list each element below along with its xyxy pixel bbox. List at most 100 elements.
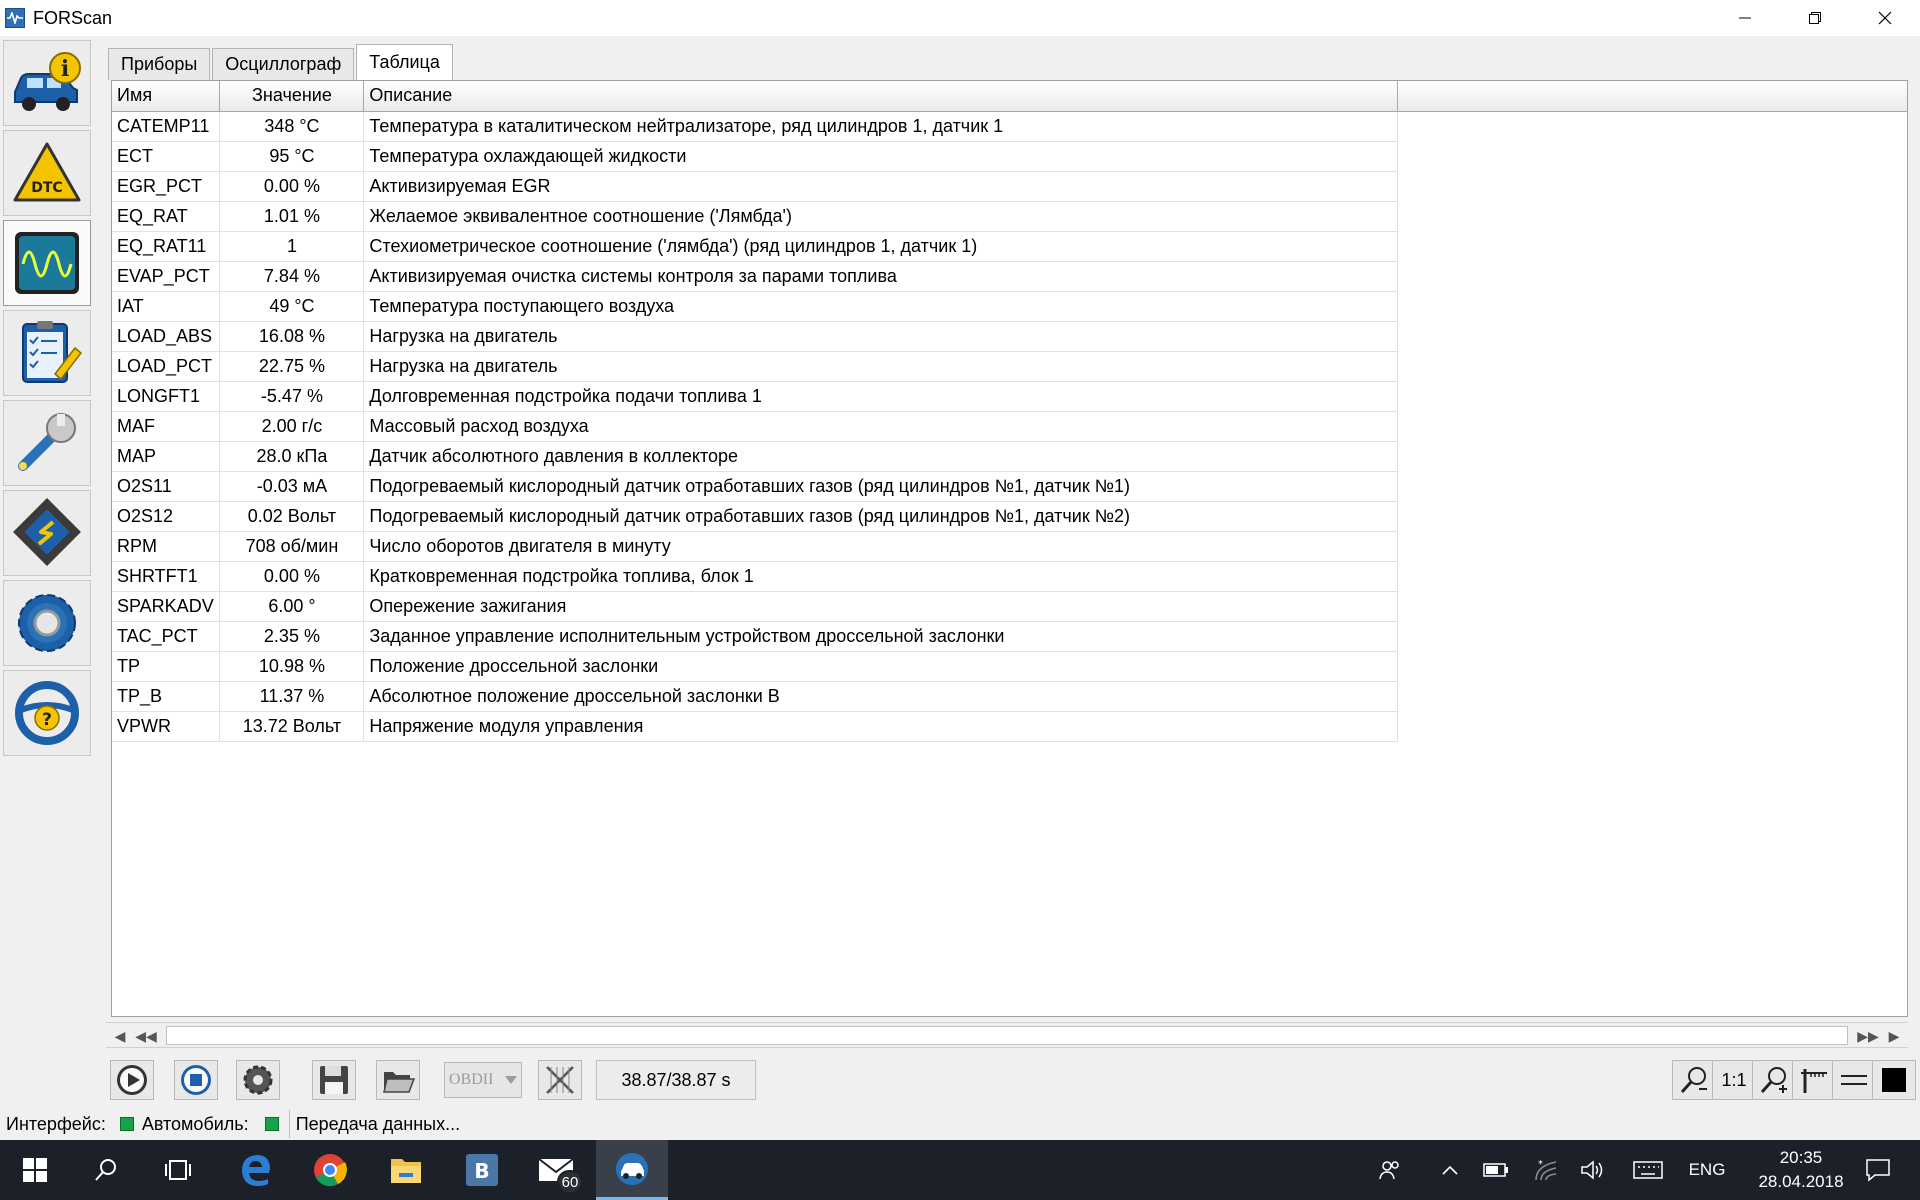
scroll-end-button[interactable]: ▶▶ xyxy=(1856,1025,1880,1047)
scroll-left-button[interactable]: ◀ xyxy=(108,1025,132,1047)
cell-pid-description: Положение дроссельной заслонки xyxy=(363,651,1399,682)
column-header-value[interactable]: Значение xyxy=(219,81,365,112)
svg-text:*: * xyxy=(1538,1159,1543,1170)
protocol-select[interactable]: OBDII xyxy=(444,1062,522,1098)
cell-pid-value: 13.72 Вольт xyxy=(219,711,365,742)
vehicle-info-button[interactable]: i xyxy=(3,40,91,126)
scroll-right-button[interactable]: ▶ xyxy=(1882,1025,1906,1047)
touch-keyboard-button[interactable] xyxy=(1626,1140,1670,1200)
table-row[interactable]: SPARKADV 6.00 ° Опережение зажигания xyxy=(112,591,1907,622)
table-row[interactable]: MAF 2.00 г/с Массовый расход воздуха xyxy=(112,411,1907,442)
cell-pid-value: 10.98 % xyxy=(219,651,365,682)
table-row[interactable]: ECT 95 °C Температура охлаждающей жидкости xyxy=(112,141,1907,172)
table-row[interactable]: CATEMP11 348 °C Температура в каталитическ… xyxy=(112,111,1907,142)
clear-filter-button[interactable] xyxy=(538,1060,582,1100)
view-tabs: Приборы Осциллограф Таблица xyxy=(108,44,455,80)
cell-empty xyxy=(1397,561,1907,591)
table-row[interactable]: IAT 49 °C Температура поступающего воздуха xyxy=(112,291,1907,322)
tab-gauges[interactable]: Приборы xyxy=(108,48,211,80)
cell-pid-description: Температура в каталитическом нейтрализат… xyxy=(363,111,1399,142)
cell-pid-description: Активизируемая EGR xyxy=(363,171,1399,202)
zoom-in-icon xyxy=(1760,1067,1787,1094)
help-steering-wheel-icon: ? xyxy=(15,681,79,745)
stop-button[interactable] xyxy=(174,1060,218,1100)
input-language-indicator[interactable]: ENG xyxy=(1682,1140,1732,1200)
close-button[interactable] xyxy=(1850,0,1920,36)
tab-oscilloscope[interactable]: Осциллограф xyxy=(212,48,355,80)
network-button[interactable]: * xyxy=(1526,1140,1566,1200)
cell-pid-name: TP_B xyxy=(112,681,221,712)
zoom-in-button[interactable] xyxy=(1752,1060,1796,1100)
taskbar-clock[interactable]: 20:35 28.04.2018 xyxy=(1746,1146,1856,1194)
clock-time: 20:35 xyxy=(1779,1148,1823,1167)
table-row[interactable]: LOAD_ABS 16.08 % Нагрузка на двигатель xyxy=(112,321,1907,352)
cell-pid-value: 95 °C xyxy=(219,141,365,172)
oscilloscope-button[interactable] xyxy=(3,220,91,306)
task-view-icon xyxy=(165,1160,191,1180)
table-row[interactable]: EGR_PCT 0.00 % Активизируемая EGR xyxy=(112,171,1907,202)
tests-button[interactable] xyxy=(3,310,91,396)
table-row[interactable]: LONGFT1 -5.47 % Долговременная подстройка … xyxy=(112,381,1907,412)
minimize-button[interactable] xyxy=(1710,0,1780,36)
cell-empty xyxy=(1397,621,1907,651)
help-button[interactable]: ? xyxy=(3,670,91,756)
table-row[interactable]: RPM 708 об/мин Число оборотов двигателя в … xyxy=(112,531,1907,562)
play-button[interactable] xyxy=(110,1060,154,1100)
table-row[interactable]: MAP 28.0 кПа Датчик абсолютного давления в… xyxy=(112,441,1907,472)
start-button[interactable] xyxy=(0,1140,70,1200)
table-row[interactable]: EQ_RAT 1.01 % Желаемое эквивалентное соотн… xyxy=(112,201,1907,232)
configure-button[interactable] xyxy=(236,1060,280,1100)
taskbar-edge[interactable] xyxy=(220,1140,292,1200)
cell-pid-description: Напряжение модуля управления xyxy=(363,711,1399,742)
column-header-name[interactable]: Имя xyxy=(112,81,221,112)
cell-pid-description: Абсолютное положение дроссельной заслонк… xyxy=(363,681,1399,712)
volume-button[interactable] xyxy=(1572,1140,1612,1200)
floppy-disk-icon xyxy=(320,1066,348,1094)
taskbar-vk[interactable]: B xyxy=(446,1140,518,1200)
taskbar-chrome[interactable] xyxy=(294,1140,366,1200)
service-functions-button[interactable] xyxy=(3,400,91,486)
table-row[interactable]: TP 10.98 % Положение дроссельной заслонки xyxy=(112,651,1907,682)
table-row[interactable]: SHRTFT1 0.00 % Кратковременная подстройка … xyxy=(112,561,1907,592)
background-color-button[interactable] xyxy=(1872,1060,1916,1100)
car-info-icon: i xyxy=(14,52,81,111)
cell-pid-value: 708 об/мин xyxy=(219,531,365,562)
line-width-button[interactable] xyxy=(1832,1060,1876,1100)
table-row[interactable]: TP_B 11.37 % Абсолютное положение дроссель… xyxy=(112,681,1907,712)
zoom-out-button[interactable] xyxy=(1672,1060,1716,1100)
cell-pid-value: -5.47 % xyxy=(219,381,365,412)
taskbar-mail[interactable]: 60 xyxy=(520,1140,592,1200)
column-header-description[interactable]: Описание xyxy=(363,81,1399,112)
table-row[interactable]: EVAP_PCT 7.84 % Активизируемая очистка сис… xyxy=(112,261,1907,292)
table-row[interactable]: EQ_RAT11 1 Стехиометрическое соотношение (… xyxy=(112,231,1907,262)
scroll-thumb[interactable] xyxy=(166,1026,1848,1045)
show-hidden-icons-button[interactable] xyxy=(1430,1140,1470,1200)
tab-table[interactable]: Таблица xyxy=(356,44,453,80)
action-center-button[interactable] xyxy=(1850,1140,1906,1200)
table-row[interactable]: VPWR 13.72 Вольт Напряжение модуля управле… xyxy=(112,711,1907,742)
zoom-reset-button[interactable]: 1:1 xyxy=(1712,1060,1756,1100)
taskbar-file-explorer[interactable] xyxy=(370,1140,442,1200)
chevron-down-icon xyxy=(505,1076,517,1084)
dtc-button[interactable]: DTC xyxy=(3,130,91,216)
save-button[interactable] xyxy=(312,1060,356,1100)
table-row[interactable]: O2S12 0.02 Вольт Подогреваемый кислородный… xyxy=(112,501,1907,532)
restore-button[interactable] xyxy=(1780,0,1850,36)
open-button[interactable] xyxy=(376,1060,420,1100)
scroll-start-button[interactable]: ◀◀ xyxy=(134,1025,158,1047)
cell-empty xyxy=(1397,531,1907,561)
taskbar-forscan[interactable] xyxy=(596,1140,668,1200)
checklist-icon xyxy=(22,321,83,383)
markers-button[interactable] xyxy=(1792,1060,1836,1100)
table-row[interactable]: TAC_PCT 2.35 % Заданное управление исполни… xyxy=(112,621,1907,652)
search-button[interactable] xyxy=(70,1140,142,1200)
task-view-button[interactable] xyxy=(142,1140,214,1200)
people-button[interactable] xyxy=(1370,1140,1410,1200)
battery-button[interactable] xyxy=(1476,1140,1516,1200)
table-row[interactable]: LOAD_PCT 22.75 % Нагрузка на двигатель xyxy=(112,351,1907,382)
configuration-button[interactable] xyxy=(3,490,91,576)
cell-empty xyxy=(1397,411,1907,441)
settings-button[interactable] xyxy=(3,580,91,666)
table-row[interactable]: O2S11 -0.03 мА Подогреваемый кислородный д… xyxy=(112,471,1907,502)
timeline-scrollbar[interactable]: ◀ ◀◀ ▶▶ ▶ xyxy=(106,1022,1908,1048)
